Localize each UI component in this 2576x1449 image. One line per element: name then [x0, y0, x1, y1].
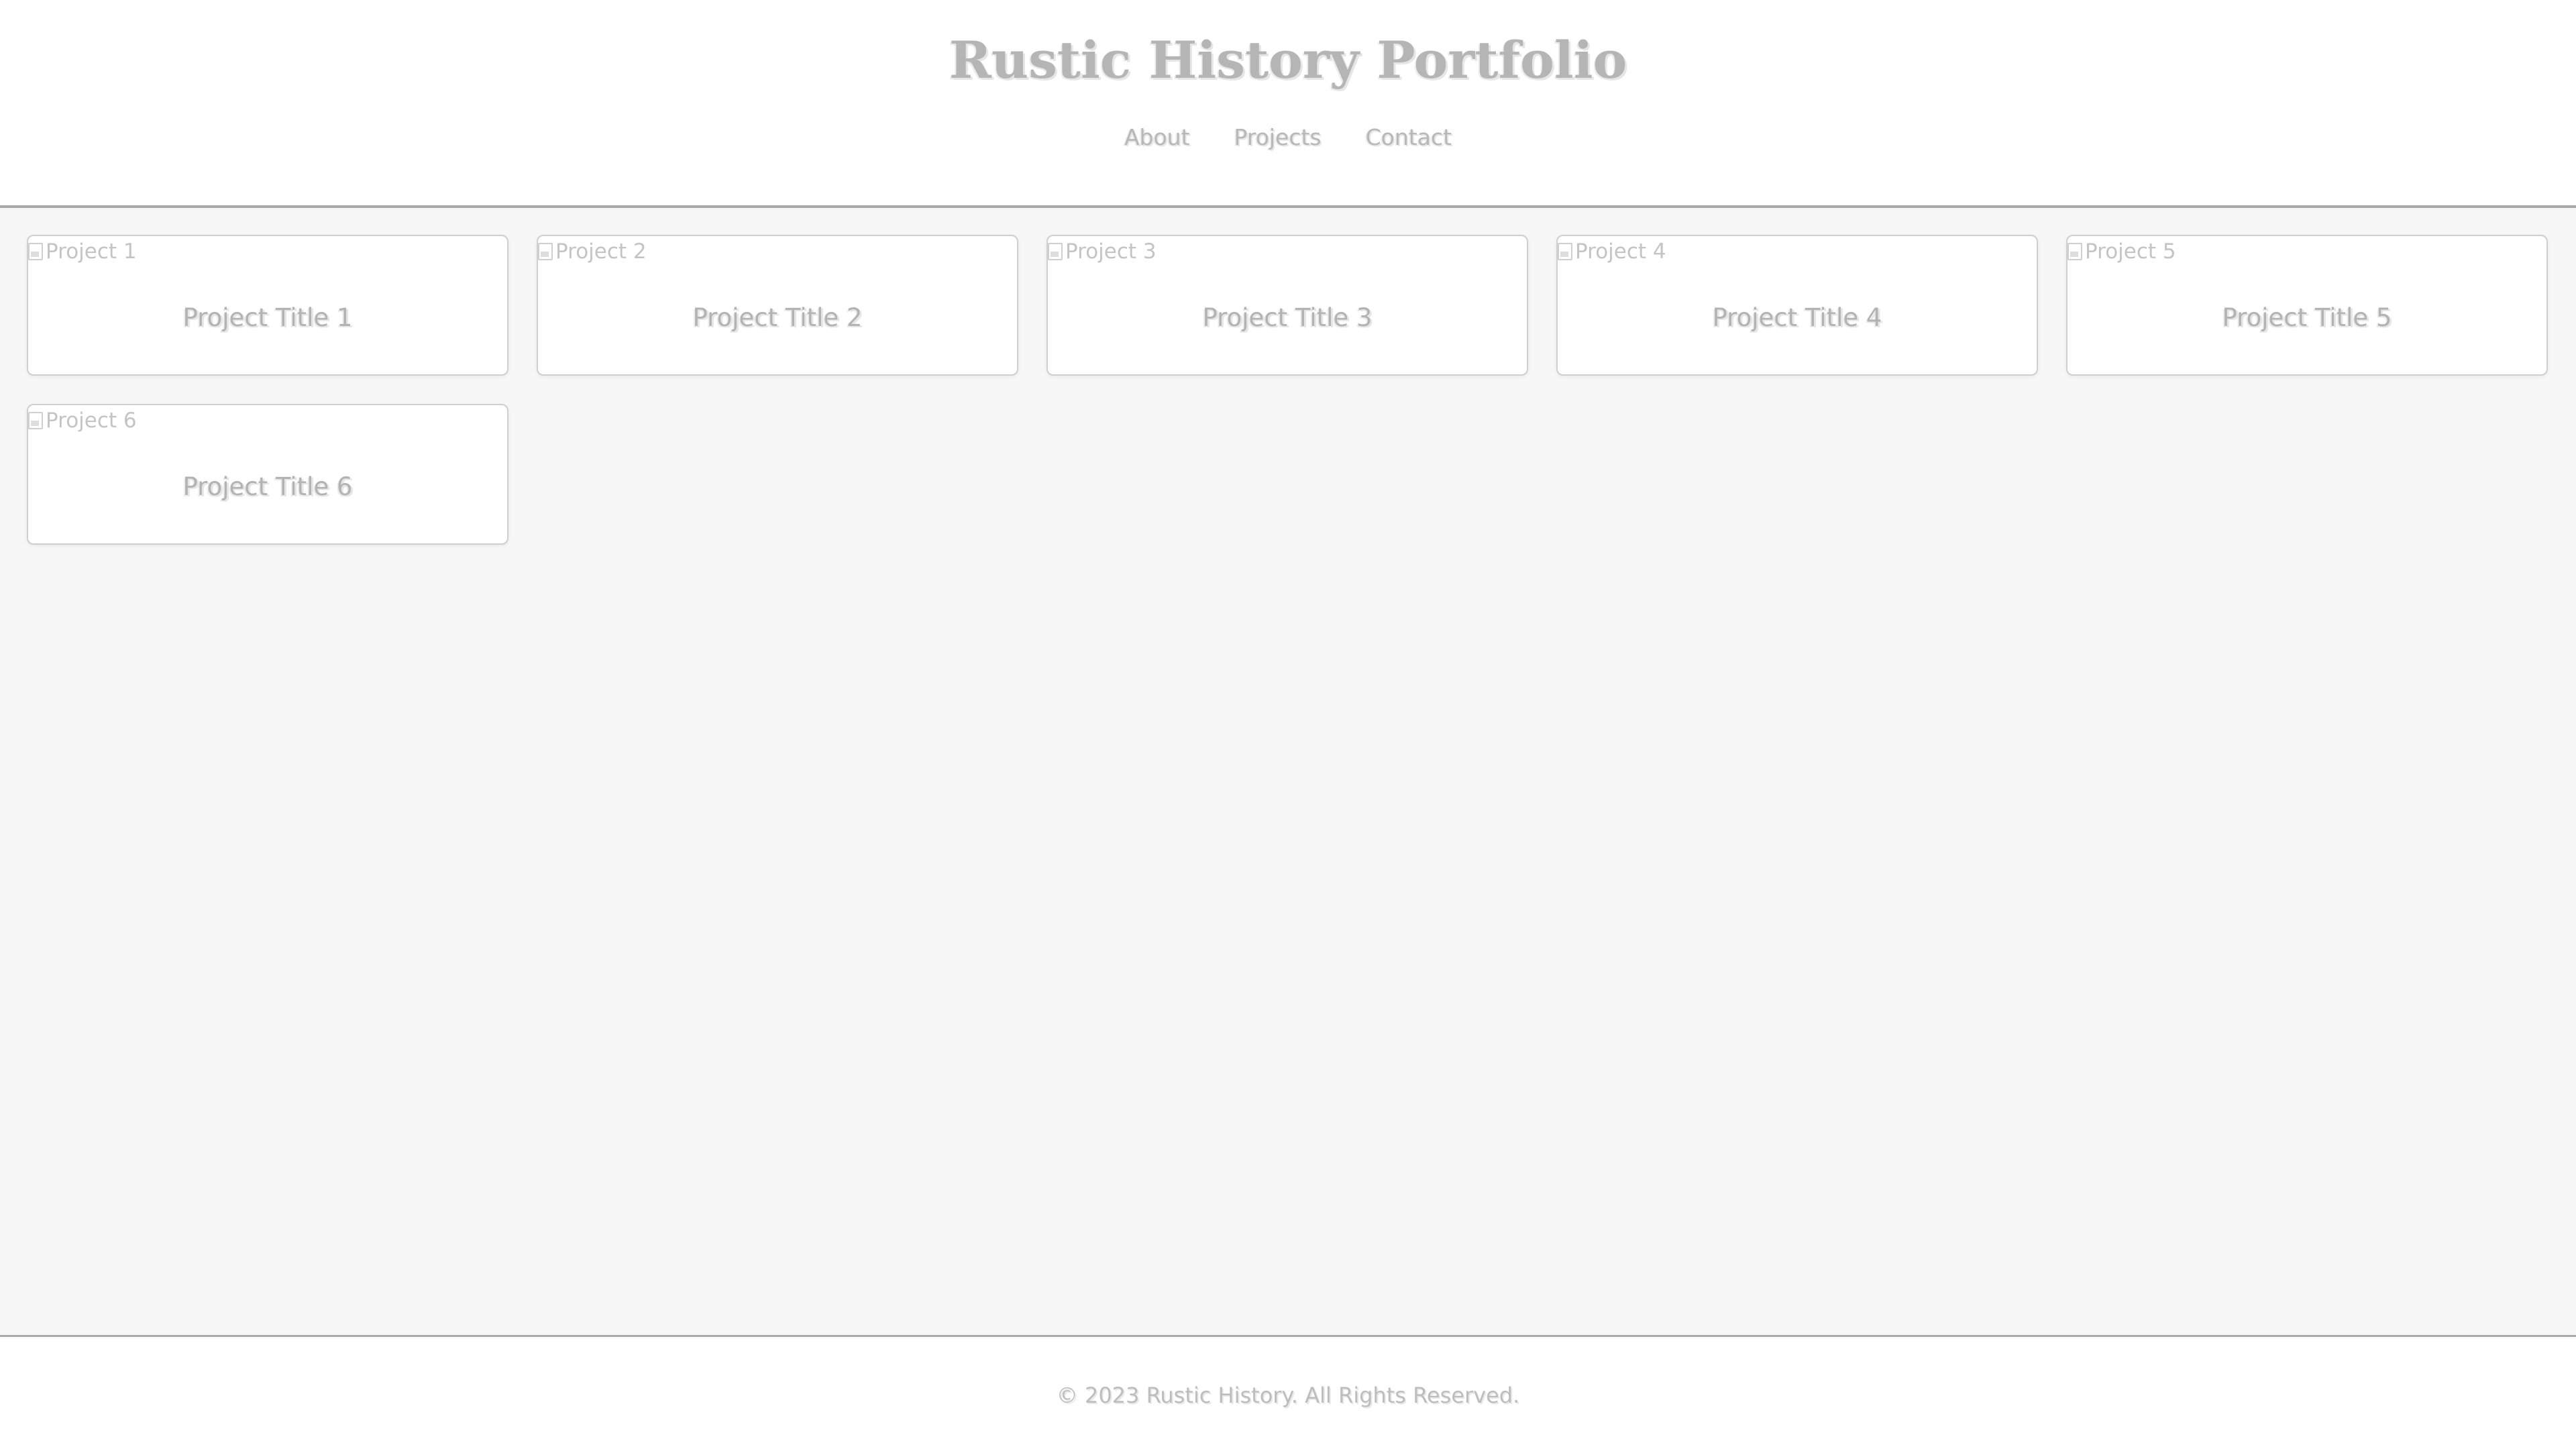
project-image-alt: Project 1	[46, 239, 137, 264]
broken-image-icon	[2068, 243, 2082, 260]
site-footer: © 2023 Rustic History. All Rights Reserv…	[0, 1335, 2576, 1449]
main-content: Project 1 Project Title 1 Project 2 Proj…	[0, 208, 2576, 1335]
project-image-alt: Project 4	[1575, 239, 1666, 264]
project-image-alt: Project 3	[1065, 239, 1157, 264]
nav-link-contact[interactable]: Contact	[1366, 121, 1452, 154]
broken-image-icon	[28, 243, 43, 260]
broken-image-icon	[538, 243, 553, 260]
project-title: Project Title 6	[182, 472, 353, 501]
project-title: Project Title 5	[2222, 303, 2392, 332]
project-card-6[interactable]: Project 6 Project Title 6	[27, 404, 508, 545]
project-image-alt: Project 5	[2085, 239, 2176, 264]
project-card-2[interactable]: Project 2 Project Title 2	[537, 235, 1018, 376]
project-image-alt: Project 2	[555, 239, 647, 264]
project-image: Project 1	[28, 236, 137, 267]
project-card-1[interactable]: Project 1 Project Title 1	[27, 235, 508, 376]
project-image: Project 6	[28, 405, 137, 436]
project-image-alt: Project 6	[46, 409, 137, 433]
project-image: Project 3	[1048, 236, 1157, 267]
main-nav: About Projects Contact	[0, 121, 2576, 154]
copyright-text: © 2023 Rustic History. All Rights Reserv…	[1056, 1383, 1520, 1408]
project-title: Project Title 3	[1202, 303, 1373, 332]
project-image: Project 4	[1558, 236, 1666, 267]
page: Rustic History Portfolio About Projects …	[0, 0, 2576, 1449]
project-card-4[interactable]: Project 4 Project Title 4	[1556, 235, 2038, 376]
broken-image-icon	[28, 412, 43, 429]
nav-link-about[interactable]: About	[1124, 121, 1190, 154]
project-card-5[interactable]: Project 5 Project Title 5	[2066, 235, 2548, 376]
broken-image-icon	[1558, 243, 1572, 260]
project-image: Project 5	[2068, 236, 2176, 267]
site-title: Rustic History Portfolio	[949, 30, 1627, 90]
project-title: Project Title 4	[1712, 303, 1882, 332]
nav-link-projects[interactable]: Projects	[1234, 121, 1322, 154]
project-image: Project 2	[538, 236, 647, 267]
project-card-3[interactable]: Project 3 Project Title 3	[1046, 235, 1528, 376]
site-header: Rustic History Portfolio About Projects …	[0, 0, 2576, 208]
project-grid: Project 1 Project Title 1 Project 2 Proj…	[27, 235, 2549, 545]
broken-image-icon	[1048, 243, 1063, 260]
project-title: Project Title 2	[692, 303, 863, 332]
project-title: Project Title 1	[182, 303, 353, 332]
